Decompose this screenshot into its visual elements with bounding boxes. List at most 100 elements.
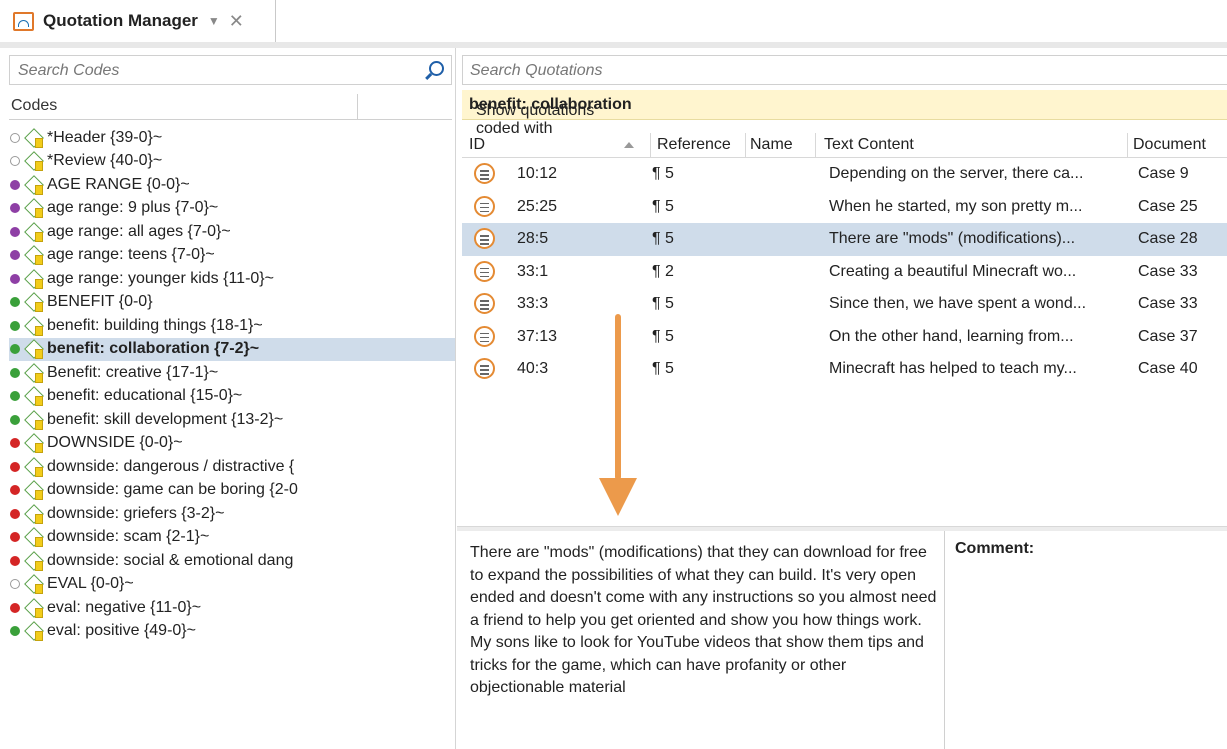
table-row[interactable]: 25:25 ¶ 5 When he started, my son pretty m… bbox=[462, 191, 1227, 224]
table-row[interactable]: 10:12 ¶ 5 Depending on the server, there c… bbox=[462, 158, 1227, 191]
code-list-item[interactable]: *Header {39-0}~ bbox=[9, 126, 455, 150]
sort-ascending-icon[interactable] bbox=[624, 142, 634, 148]
code-icon bbox=[24, 456, 45, 477]
tab-bar: Quotation Manager ▼ ✕ bbox=[0, 0, 1227, 42]
search-quotations-input[interactable]: Search Quotations bbox=[462, 55, 1227, 85]
column-divider[interactable] bbox=[357, 94, 358, 120]
code-icon bbox=[24, 292, 45, 313]
code-label: benefit: educational {15-0}~ bbox=[47, 387, 243, 405]
code-list-item[interactable]: downside: social & emotional dang bbox=[9, 549, 455, 573]
quotation-icon bbox=[474, 325, 495, 347]
codes-column-header[interactable]: Codes bbox=[9, 94, 452, 120]
code-label: EVAL {0-0}~ bbox=[47, 575, 134, 593]
cell-text-content: Depending on the server, there ca... bbox=[829, 165, 1084, 182]
code-icon bbox=[24, 621, 45, 642]
code-color-dot-icon bbox=[10, 438, 20, 449]
code-list-item[interactable]: DOWNSIDE {0-0}~ bbox=[9, 432, 455, 456]
code-icon bbox=[24, 480, 45, 501]
code-icon bbox=[24, 174, 45, 195]
pane-splitter[interactable] bbox=[457, 526, 1227, 531]
cell-document: Case 9 bbox=[1138, 165, 1189, 182]
code-color-dot-icon bbox=[10, 320, 20, 331]
table-row[interactable]: 40:3 ¶ 5 Minecraft has helped to teach my.… bbox=[462, 353, 1227, 386]
code-icon bbox=[24, 268, 45, 289]
code-color-dot-icon bbox=[10, 555, 20, 566]
comment-label: Comment: bbox=[955, 540, 1035, 557]
tab-title: Quotation Manager bbox=[43, 11, 198, 30]
column-divider[interactable] bbox=[815, 133, 816, 158]
code-label: *Review {40-0}~ bbox=[47, 152, 163, 170]
code-label: age range: 9 plus {7-0}~ bbox=[47, 199, 219, 217]
col-header-document[interactable]: Document bbox=[1133, 136, 1206, 154]
col-header-reference[interactable]: Reference bbox=[657, 136, 731, 154]
code-icon bbox=[24, 362, 45, 383]
code-color-dot-icon bbox=[10, 414, 20, 425]
code-color-dot-icon bbox=[10, 226, 20, 237]
code-list-item[interactable]: AGE RANGE {0-0}~ bbox=[9, 173, 455, 197]
table-row[interactable]: 33:3 ¶ 5 Since then, we have spent a wond.… bbox=[462, 288, 1227, 321]
code-list-item[interactable]: benefit: building things {18-1}~ bbox=[9, 314, 455, 338]
filter-text: Show quotations coded with benefit: coll… bbox=[469, 96, 632, 137]
code-list-item[interactable]: EVAL {0-0}~ bbox=[9, 573, 455, 597]
code-icon bbox=[24, 597, 45, 618]
code-color-dot-icon bbox=[10, 602, 20, 613]
code-list-item[interactable]: eval: positive {49-0}~ bbox=[9, 620, 455, 644]
col-header-name[interactable]: Name bbox=[750, 136, 793, 154]
code-list-item[interactable]: benefit: skill development {13-2}~ bbox=[9, 408, 455, 432]
quotation-icon bbox=[474, 358, 495, 379]
code-list-item[interactable]: downside: scam {2-1}~ bbox=[9, 526, 455, 550]
code-list-item[interactable]: benefit: educational {15-0}~ bbox=[9, 385, 455, 409]
code-label: age range: teens {7-0}~ bbox=[47, 246, 215, 264]
table-row[interactable]: 33:1 ¶ 2 Creating a beautiful Minecraft wo… bbox=[462, 256, 1227, 289]
code-icon bbox=[24, 245, 45, 266]
col-header-id[interactable]: ID bbox=[469, 136, 485, 154]
column-divider[interactable] bbox=[745, 133, 746, 158]
code-icon bbox=[24, 574, 45, 595]
quotations-table: ID Reference Name Text Content Document … bbox=[462, 133, 1227, 386]
column-divider[interactable] bbox=[650, 133, 651, 158]
arrow-annotation-shaft bbox=[615, 314, 621, 480]
search-icon[interactable] bbox=[429, 61, 444, 76]
column-divider[interactable] bbox=[1127, 133, 1128, 158]
cell-text-content: Minecraft has helped to teach my... bbox=[829, 360, 1077, 377]
code-color-dot-icon bbox=[10, 179, 20, 190]
code-list-item[interactable]: age range: all ages {7-0}~ bbox=[9, 220, 455, 244]
cell-id: 33:3 bbox=[517, 295, 549, 312]
code-list-item[interactable]: downside: dangerous / distractive { bbox=[9, 455, 455, 479]
code-list-item[interactable]: benefit: collaboration {7-2}~ bbox=[9, 337, 455, 361]
code-icon bbox=[24, 339, 45, 360]
code-color-dot-icon bbox=[10, 367, 20, 378]
chevron-down-icon[interactable]: ▼ bbox=[208, 14, 220, 28]
code-label: DOWNSIDE {0-0}~ bbox=[47, 434, 183, 452]
search-codes-input[interactable]: Search Codes bbox=[9, 55, 452, 85]
col-header-text-content[interactable]: Text Content bbox=[824, 136, 914, 154]
cell-text-content: There are "mods" (modifications)... bbox=[829, 230, 1076, 247]
cell-reference: ¶ 5 bbox=[652, 295, 674, 312]
code-color-dot-icon bbox=[10, 461, 20, 472]
code-list-item[interactable]: age range: 9 plus {7-0}~ bbox=[9, 197, 455, 221]
table-row[interactable]: 28:5 ¶ 5 There are "mods" (modifications).… bbox=[462, 223, 1227, 256]
code-color-dot-icon bbox=[10, 391, 20, 402]
cell-text-content: Since then, we have spent a wond... bbox=[829, 295, 1087, 312]
tab-quotation-manager[interactable]: Quotation Manager ▼ ✕ bbox=[6, 0, 276, 42]
table-row[interactable]: 37:13 ¶ 5 On the other hand, learning from… bbox=[462, 321, 1227, 354]
cell-id: 25:25 bbox=[517, 197, 558, 215]
code-list-item[interactable]: eval: negative {11-0}~ bbox=[9, 596, 455, 620]
cell-reference: ¶ 5 bbox=[652, 230, 674, 247]
comment-splitter[interactable] bbox=[944, 531, 945, 749]
code-list: *Header {39-0}~ *Review {40-0}~ AGE RANGE … bbox=[9, 126, 455, 644]
close-icon[interactable]: ✕ bbox=[229, 11, 244, 32]
code-list-item[interactable]: Benefit: creative {17-1}~ bbox=[9, 361, 455, 385]
cell-id: 10:12 bbox=[517, 165, 558, 182]
cell-document: Case 33 bbox=[1138, 295, 1198, 312]
code-list-item[interactable]: downside: griefers {3-2}~ bbox=[9, 502, 455, 526]
code-list-item[interactable]: age range: younger kids {11-0}~ bbox=[9, 267, 455, 291]
code-list-item[interactable]: *Review {40-0}~ bbox=[9, 150, 455, 174]
code-list-item[interactable]: downside: game can be boring {2-0 bbox=[9, 479, 455, 503]
code-list-item[interactable]: age range: teens {7-0}~ bbox=[9, 244, 455, 268]
table-body: 10:12 ¶ 5 Depending on the server, there c… bbox=[462, 158, 1227, 386]
code-icon bbox=[24, 386, 45, 407]
quotation-icon bbox=[474, 260, 495, 282]
code-list-item[interactable]: BENEFIT {0-0} bbox=[9, 291, 455, 315]
code-label: downside: griefers {3-2}~ bbox=[47, 504, 225, 522]
